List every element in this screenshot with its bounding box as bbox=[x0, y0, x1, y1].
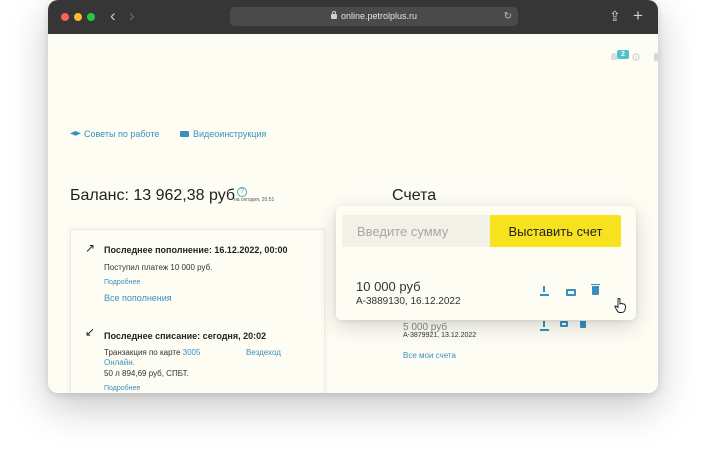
last-debit-amount: 50 л 894,69 руб, СПБТ. bbox=[104, 369, 189, 378]
hand-cursor-icon bbox=[614, 298, 626, 313]
last-debit-title: Последнее списание: сегодня, 20:02 bbox=[104, 331, 267, 341]
share-icon[interactable]: ⇪ bbox=[609, 7, 621, 25]
balance-timestamp: на сегодня, 20:51 bbox=[234, 197, 275, 203]
download-icon[interactable] bbox=[540, 286, 549, 299]
accounts-heading: Счета bbox=[392, 187, 437, 204]
all-topups-link[interactable]: Все пополнения bbox=[104, 293, 172, 303]
video-guide-link[interactable]: Видеоинструкция bbox=[180, 129, 266, 139]
zoom-window-button[interactable] bbox=[87, 13, 95, 21]
station-suffix[interactable]: Онлайн. bbox=[104, 358, 135, 367]
profile-icon[interactable] bbox=[654, 53, 658, 61]
account-item-number: А-3879921, 13.12.2022 bbox=[403, 332, 477, 339]
last-topup-title: Последнее пополнение: 16.12.2022, 00:00 bbox=[104, 245, 288, 255]
trash-icon[interactable] bbox=[591, 284, 600, 298]
card-number-link[interactable]: 3005 bbox=[183, 348, 201, 357]
address-bar[interactable]: online.petrolplus.ru ↻ bbox=[230, 7, 518, 26]
issue-invoice-popup: Выставить счет 10 000 руб А-3889130, 16.… bbox=[336, 206, 636, 320]
amount-input[interactable] bbox=[342, 215, 490, 247]
invoice-sum: 10 000 руб bbox=[356, 279, 421, 294]
video-camera-icon bbox=[180, 131, 189, 137]
station-link[interactable]: Вездеход bbox=[246, 348, 281, 357]
operations-card: ↗ Последнее пополнение: 16.12.2022, 00:0… bbox=[70, 229, 325, 393]
close-window-button[interactable] bbox=[61, 13, 69, 21]
graduation-cap-icon bbox=[70, 131, 81, 136]
new-tab-icon[interactable]: + bbox=[633, 7, 643, 25]
arrow-up-right-icon: ↗ bbox=[85, 241, 96, 255]
balance-heading: Баланс: 13 962,38 руб? bbox=[70, 187, 248, 205]
browser-toolbar: ‹ › online.petrolplus.ru ↻ ⇪ + bbox=[48, 0, 658, 34]
page-content: 2 ⚙ Советы по работе Видеоинструкция Бал… bbox=[48, 34, 658, 393]
last-debit-desc: Транзакция по карте 3005 bbox=[104, 348, 201, 357]
last-topup-desc: Поступил платеж 10 000 руб. bbox=[104, 263, 213, 272]
minimize-window-button[interactable] bbox=[74, 13, 82, 21]
tips-link[interactable]: Советы по работе bbox=[70, 129, 159, 139]
debit-details-link[interactable]: Подробнее bbox=[104, 385, 140, 392]
notifications-button[interactable]: 2 bbox=[611, 50, 631, 64]
topup-details-link[interactable]: Подробнее bbox=[104, 279, 140, 286]
invoice-number: А-3889130, 16.12.2022 bbox=[356, 296, 461, 307]
back-icon[interactable]: ‹ bbox=[110, 6, 116, 26]
forward-icon[interactable]: › bbox=[129, 6, 135, 26]
issue-invoice-button[interactable]: Выставить счет bbox=[490, 215, 621, 247]
lock-icon bbox=[330, 11, 337, 19]
all-accounts-link[interactable]: Все мои счета bbox=[403, 351, 456, 360]
print-icon[interactable] bbox=[566, 286, 576, 298]
reload-icon[interactable]: ↻ bbox=[504, 7, 512, 26]
arrow-down-left-icon: ↙ bbox=[85, 325, 96, 339]
notifications-badge: 2 bbox=[617, 50, 629, 59]
browser-window: ‹ › online.petrolplus.ru ↻ ⇪ + 2 ⚙ Совет… bbox=[48, 0, 658, 393]
url-text: online.petrolplus.ru bbox=[340, 11, 418, 21]
help-icon[interactable]: ? bbox=[237, 187, 248, 197]
gear-icon[interactable]: ⚙ bbox=[631, 51, 641, 64]
